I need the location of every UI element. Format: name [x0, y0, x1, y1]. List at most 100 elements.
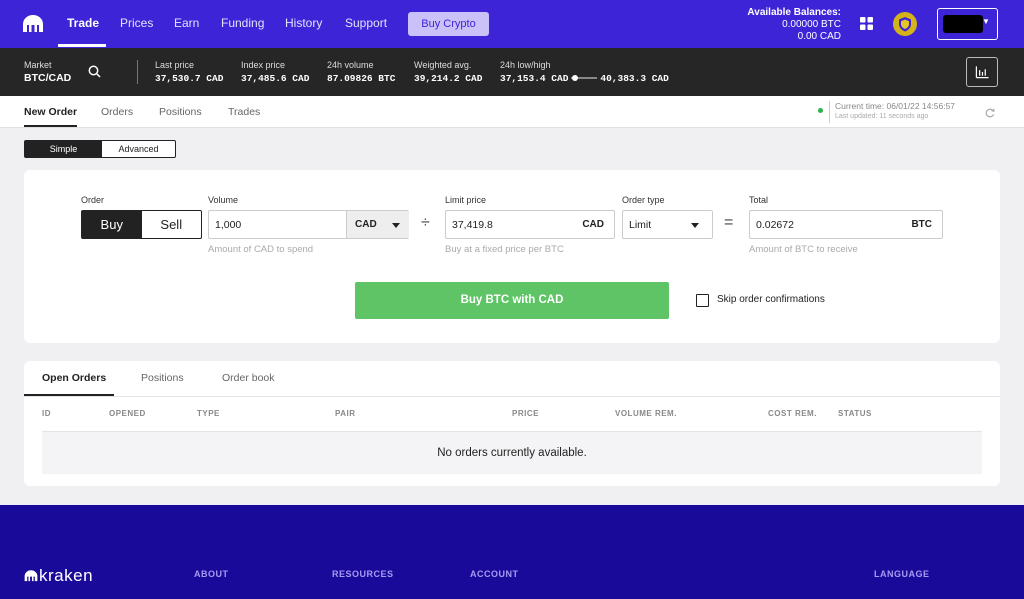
chevron-down-icon: ▼: [982, 17, 990, 26]
kraken-logo-icon[interactable]: [22, 15, 44, 33]
total-input[interactable]: 0.02672 BTC: [749, 210, 943, 239]
footer-language[interactable]: LANGUAGE: [874, 569, 930, 579]
limit-price-label: Limit price: [445, 195, 487, 205]
account-menu-button[interactable]: ▼: [937, 8, 998, 40]
volume-currency-select[interactable]: CAD: [346, 211, 409, 238]
security-shield-icon[interactable]: [893, 12, 917, 36]
orders-panel: Open Orders Positions Order book ID OPEN…: [24, 361, 1000, 486]
chevron-down-icon: [392, 223, 400, 228]
volume-value: 1,000: [215, 219, 242, 231]
top-nav: Trade Prices Earn Funding History Suppor…: [0, 0, 1024, 48]
col-cost-rem[interactable]: COST REM.: [768, 409, 817, 418]
divide-icon: ÷: [421, 214, 430, 231]
search-icon[interactable]: [88, 65, 101, 78]
tab-orders[interactable]: Orders: [101, 106, 133, 118]
tab-trades[interactable]: Trades: [228, 106, 260, 118]
buy-sell-toggle: Buy Sell: [81, 210, 202, 239]
ticker-market[interactable]: Market BTC/CAD: [24, 59, 71, 85]
weighted-avg-label: Weighted avg.: [414, 60, 472, 70]
index-price-label: Index price: [241, 60, 286, 70]
ticker-24h-volume: 24h volume 87.09826 BTC: [327, 59, 395, 85]
ticker-divider: [137, 60, 138, 84]
col-type[interactable]: TYPE: [197, 409, 220, 418]
footer-resources[interactable]: RESOURCES: [332, 569, 394, 579]
market-pair: BTC/CAD: [24, 72, 72, 84]
nav-active-underline: [58, 44, 106, 47]
nav-earn[interactable]: Earn: [174, 16, 199, 30]
order-mode-toggle: Simple Advanced: [24, 140, 176, 158]
last-price-value: 37,530.7 CAD: [155, 73, 224, 84]
nav-funding[interactable]: Funding: [221, 16, 264, 30]
tab-positions[interactable]: Positions: [159, 106, 202, 118]
apps-grid-icon[interactable]: [860, 17, 873, 30]
nav-prices[interactable]: Prices: [120, 16, 153, 30]
volume-input[interactable]: 1,000 CAD: [208, 210, 409, 239]
nav-trade[interactable]: Trade: [67, 16, 99, 30]
chevron-down-icon: [691, 223, 699, 228]
balances-title: Available Balances:: [747, 7, 841, 18]
panel-divider: [24, 396, 1000, 397]
nav-history[interactable]: History: [285, 16, 322, 30]
tab-order-book[interactable]: Order book: [222, 372, 275, 384]
tab-active-underline: [24, 125, 77, 127]
low-value: 37,153.4 CAD: [500, 73, 569, 84]
footer-about[interactable]: ABOUT: [194, 569, 229, 579]
status-divider: [829, 101, 830, 123]
balance-btc: 0.00000 BTC: [782, 19, 841, 30]
high-value: 40,383.3 CAD: [600, 73, 669, 84]
col-pair[interactable]: PAIR: [335, 409, 356, 418]
total-value: 0.02672: [756, 219, 794, 231]
limit-price-hint: Buy at a fixed price per BTC: [445, 244, 564, 255]
chart-toggle-icon[interactable]: [966, 57, 998, 87]
col-opened[interactable]: OPENED: [109, 409, 146, 418]
total-currency: BTC: [911, 219, 932, 230]
skip-confirmations-checkbox[interactable]: [696, 294, 709, 307]
order-type-label: Order type: [622, 195, 665, 205]
order-form-card: Order Buy Sell Volume 1,000 CAD Amount o…: [24, 170, 1000, 343]
footer-logo-text: kraken: [39, 566, 94, 585]
col-status[interactable]: STATUS: [838, 409, 872, 418]
volume-value: 87.09826 BTC: [327, 73, 396, 84]
weighted-avg-value: 39,214.2 CAD: [414, 73, 483, 84]
low-high-range-bar: [571, 75, 598, 82]
available-balances: Available Balances: 0.00000 BTC 0.00 CAD: [747, 7, 841, 43]
empty-orders-message: No orders currently available.: [42, 432, 982, 474]
mode-advanced-button[interactable]: Advanced: [102, 141, 175, 157]
submit-order-button[interactable]: Buy BTC with CAD: [355, 282, 669, 319]
sell-button[interactable]: Sell: [142, 211, 202, 238]
col-price[interactable]: PRICE: [512, 409, 539, 418]
ticker-24h-low-high: 24h low/high 37,153.4 CAD 40,383.3 CAD: [500, 59, 669, 85]
ticker-index-price: Index price 37,485.6 CAD: [241, 59, 309, 85]
refresh-icon[interactable]: [985, 108, 995, 118]
last-price-label: Last price: [155, 60, 195, 70]
col-volume-rem[interactable]: VOLUME REM.: [615, 409, 677, 418]
total-hint: Amount of BTC to receive: [749, 244, 858, 255]
volume-currency: CAD: [355, 219, 377, 230]
order-type-select[interactable]: Limit: [622, 210, 713, 239]
current-time: Current time: 06/01/22 14:56:57: [835, 101, 956, 111]
footer-logo[interactable]: kraken: [24, 566, 93, 586]
tab-new-order[interactable]: New Order: [24, 106, 77, 118]
equals-icon: =: [724, 214, 734, 231]
tab-open-orders[interactable]: Open Orders: [42, 372, 106, 384]
limit-price-input[interactable]: 37,419.8 CAD: [445, 210, 615, 239]
trade-tabs: New Order Orders Positions Trades Curren…: [0, 96, 1024, 128]
connection-status-dot: [818, 108, 823, 113]
index-price-value: 37,485.6 CAD: [241, 73, 310, 84]
buy-button[interactable]: Buy: [82, 211, 142, 238]
ticker-last-price: Last price 37,530.7 CAD: [155, 59, 223, 85]
tab-panel-positions[interactable]: Positions: [141, 372, 184, 384]
volume-hint: Amount of CAD to spend: [208, 244, 314, 255]
col-id[interactable]: ID: [42, 409, 51, 418]
limit-price-value: 37,419.8: [452, 219, 493, 231]
ticker-weighted-avg: Weighted avg. 39,214.2 CAD: [414, 59, 482, 85]
nav-support[interactable]: Support: [345, 16, 387, 30]
market-label: Market: [24, 60, 52, 70]
last-updated: Last updated: 11 seconds ago: [835, 113, 929, 120]
skip-confirmations-label[interactable]: Skip order confirmations: [717, 294, 825, 305]
buy-crypto-button[interactable]: Buy Crypto: [408, 12, 489, 36]
order-side-label: Order: [81, 195, 105, 205]
market-ticker: Market BTC/CAD Last price 37,530.7 CAD I…: [0, 48, 1024, 96]
mode-simple-button[interactable]: Simple: [25, 141, 102, 157]
footer-account[interactable]: ACCOUNT: [470, 569, 519, 579]
